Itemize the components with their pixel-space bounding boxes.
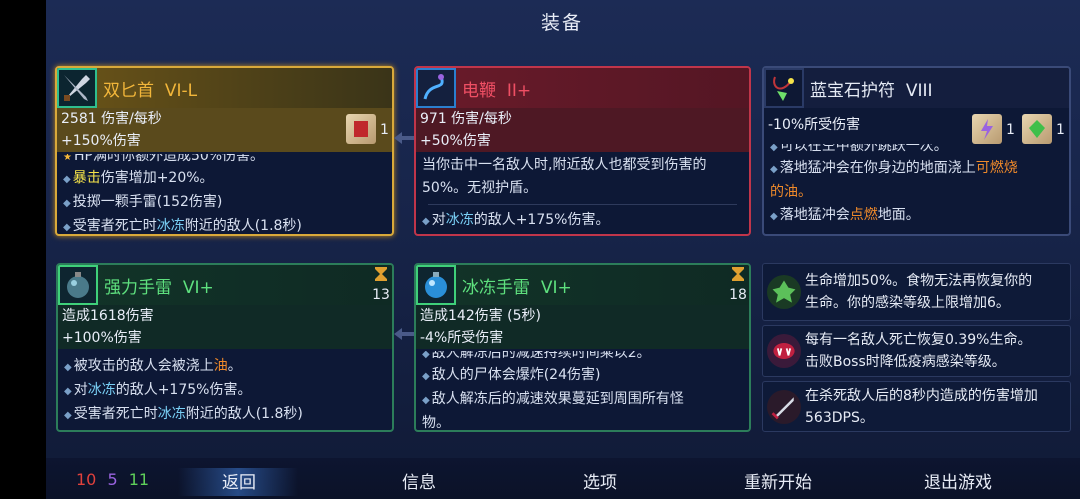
- ice-grenade-icon: [416, 265, 456, 305]
- mutation-line: 生命。你的感染等级上限增加6。: [805, 295, 1010, 311]
- powerful-grenade-icon: [58, 265, 98, 305]
- weapon-tier: VI-L: [164, 80, 198, 101]
- brutality-stat: 10: [76, 470, 97, 489]
- mutation-item[interactable]: 在杀死敌人后的8秒内造成的伤害增加 563DPS。: [762, 381, 1071, 432]
- affix-freeze: ◆ 受害者死亡时冰冻附近的敌人(1.8秒): [64, 406, 303, 422]
- options-button[interactable]: 选项: [583, 468, 617, 493]
- affix-oil: ◆ 落地猛冲会在你身边的地面浇上可燃烧: [770, 160, 1018, 176]
- left-black-strip: [0, 0, 46, 499]
- mutation-line: 生命增加50%。食物无法再恢复你的: [805, 273, 1033, 289]
- back-button[interactable]: 返回: [222, 468, 256, 493]
- weapon-name: 电鞭: [462, 80, 496, 101]
- divider: [428, 204, 737, 205]
- skill-bonus: -4%所受伤害: [416, 327, 749, 349]
- amulet-card[interactable]: 蓝宝石护符 VIII -10%所受伤害 ◆ 可以在空中额外跳跃一次。 ◆ 落地猛冲会…: [762, 66, 1071, 236]
- clipped-affix: ◆ 敌人解冻后的减速持续时间乘以2。: [422, 351, 651, 361]
- hourglass-icon: [732, 267, 744, 281]
- amulet-tier: VIII: [905, 80, 933, 101]
- scroll-count-survival: 1: [1056, 122, 1065, 138]
- weapon-dps: 971 伤害/每秒: [416, 108, 749, 130]
- weapon-tier: II+: [506, 80, 532, 101]
- whip-icon: [416, 68, 456, 108]
- brutality-scroll-icon: [346, 114, 376, 144]
- weapon-bonus: +150%伤害: [57, 130, 392, 152]
- swap-arrow-icon: [394, 328, 414, 340]
- weapon-dps: 2581 伤害/每秒: [57, 108, 392, 130]
- weapon-name: 双匕首: [103, 80, 154, 101]
- tactics-stat: 5: [107, 470, 118, 489]
- left-skill-card[interactable]: 强力手雷 VI+ 造成1618伤害 +100%伤害 ◆ 被攻击的敌人会被浇上油。 …: [56, 263, 394, 432]
- affix-ignite: ◆ 落地猛冲会点燃地面。: [770, 207, 920, 223]
- amulet-icon: [764, 68, 804, 108]
- survival-scroll-icon: [1022, 114, 1052, 144]
- skill-bonus: +100%伤害: [58, 327, 392, 349]
- mutation-list: 生命增加50%。食物无法再恢复你的 生命。你的感染等级上限增加6。 每有一名敌人死…: [762, 263, 1071, 432]
- skill-cooldown: 18: [729, 287, 747, 303]
- affix-corpse-explode: ◆ 敌人的尸体会爆炸(24伤害): [422, 367, 601, 383]
- screen-title: 装备: [540, 12, 583, 34]
- affix-frozen-bonus: ◆ 对冰冻的敌人+175%伤害。: [422, 212, 610, 228]
- secondary-weapon-card[interactable]: 电鞭 II+ 971 伤害/每秒 +50%伤害 当你击中一名敌人时,附近敌人也都…: [414, 66, 751, 236]
- affix-frozen-bonus: ◆ 对冰冻的敌人+175%伤害。: [64, 382, 252, 398]
- affix-slow-spread-cont: 物。: [422, 415, 450, 431]
- clipped-affix: ★ HP满时你额外造成50%伤害。: [63, 154, 265, 164]
- sword-mutation-icon: [767, 389, 801, 424]
- skill-name: 冰冻手雷: [462, 277, 530, 298]
- quit-button[interactable]: 退出游戏: [924, 468, 992, 493]
- stat-counters: 10 5 11: [76, 470, 155, 489]
- scroll-count: 1: [380, 122, 389, 138]
- skill-damage: 造成1618伤害: [58, 305, 392, 327]
- hourglass-icon: [375, 267, 387, 281]
- clipped-affix: ◆ 可以在空中额外跳跃一次。: [770, 144, 948, 154]
- info-button[interactable]: 信息: [402, 468, 436, 493]
- primary-weapon-card[interactable]: 双匕首 VI-L 2581 伤害/每秒 +150%伤害 ★ HP满时你额外造成50…: [55, 66, 394, 236]
- mutation-line: 击败Boss时降低疫病感染等级。: [805, 354, 1006, 370]
- weapon-desc-line1: 当你击中一名敌人时,附近敌人也都受到伤害的: [422, 157, 707, 173]
- mutation-line: 在杀死敌人后的8秒内造成的伤害增加: [805, 387, 1038, 404]
- fang-mutation-icon: [767, 334, 801, 368]
- mutation-line: 每有一名敌人死亡恢复0.39%生命。: [805, 332, 1032, 348]
- survival-stat: 11: [128, 470, 150, 489]
- affix-grenade: ◆ 投掷一颗手雷(152伤害): [63, 194, 223, 210]
- mutation-item[interactable]: 每有一名敌人死亡恢复0.39%生命。 击败Boss时降低疫病感染等级。: [762, 325, 1071, 377]
- infection-mutation-icon: [767, 275, 801, 309]
- skill-cooldown: 13: [372, 287, 390, 303]
- scroll-count-tactics: 1: [1006, 122, 1015, 138]
- amulet-name: 蓝宝石护符: [810, 80, 895, 101]
- affix-oil-cont: 的油。: [770, 184, 812, 200]
- weapon-desc-line2: 50%。无视护盾。: [422, 180, 538, 196]
- skill-tier: VI+: [540, 277, 572, 298]
- skill-damage: 造成142伤害 (5秒): [416, 305, 749, 327]
- affix-slow-spread: ◆ 敌人解冻后的减速效果蔓延到周围所有怪: [422, 391, 684, 407]
- affix-crit: ◆ 暴击伤害增加+20%。: [63, 170, 214, 186]
- tactics-scroll-icon: [972, 114, 1002, 144]
- skill-tier: VI+: [182, 277, 214, 298]
- mutation-line: 563DPS。: [805, 409, 874, 426]
- mutation-item[interactable]: 生命增加50%。食物无法再恢复你的 生命。你的感染等级上限增加6。: [762, 263, 1071, 321]
- right-skill-card[interactable]: 冰冻手雷 VI+ 造成142伤害 (5秒) -4%所受伤害 ◆ 敌人解冻后的减速持…: [414, 263, 751, 432]
- swap-arrow-icon: [394, 132, 414, 144]
- affix-freeze: ◆ 受害者死亡时冰冻附近的敌人(1.8秒): [63, 218, 302, 234]
- skill-name: 强力手雷: [104, 277, 172, 298]
- restart-button[interactable]: 重新开始: [744, 468, 812, 493]
- affix-oil: ◆ 被攻击的敌人会被浇上油。: [64, 358, 242, 374]
- dual-daggers-icon: [57, 68, 97, 108]
- weapon-bonus: +50%伤害: [416, 130, 749, 152]
